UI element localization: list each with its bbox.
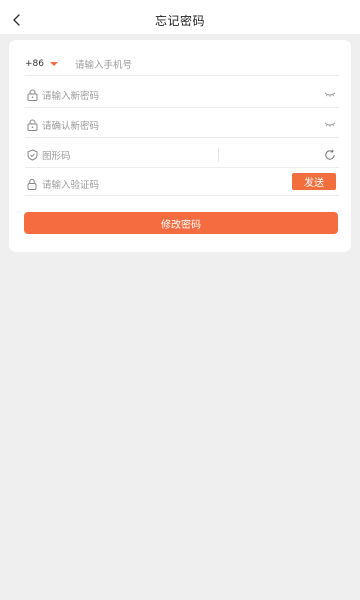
back-button[interactable] [6, 9, 28, 31]
shield-icon [25, 148, 39, 162]
confirm-password-input[interactable]: 请确认新密码 [42, 118, 323, 132]
eye-closed-icon[interactable] [323, 88, 337, 102]
sms-code-row: 请输入验证码 发送 [25, 172, 339, 196]
country-code: +86 [25, 58, 44, 69]
captcha-row: 图形码 [25, 142, 339, 168]
phone-row: +86 请输入手机号 [25, 52, 339, 76]
captcha-input[interactable]: 图形码 [42, 148, 218, 162]
refresh-icon[interactable] [323, 148, 337, 162]
confirm-password-row: 请确认新密码 [25, 112, 339, 138]
caret-down-icon [50, 61, 58, 66]
form-card: +86 请输入手机号 请输入新密码 请确认新密码 图形码 请输入验证码 发送 修… [9, 40, 351, 252]
lock-icon [25, 118, 39, 132]
eye-closed-icon[interactable] [323, 118, 337, 132]
lock-open-icon [25, 177, 39, 191]
country-code-selector[interactable]: +86 [25, 59, 58, 69]
divider [66, 56, 67, 71]
phone-input[interactable]: 请输入手机号 [75, 57, 339, 71]
send-code-button[interactable]: 发送 [292, 173, 336, 190]
nav-bar: 忘记密码 [0, 6, 360, 34]
lock-icon [25, 88, 39, 102]
divider [218, 147, 219, 162]
new-password-row: 请输入新密码 [25, 82, 339, 108]
new-password-input[interactable]: 请输入新密码 [42, 88, 323, 102]
submit-button[interactable]: 修改密码 [24, 212, 338, 234]
page-title: 忘记密码 [154, 13, 205, 28]
chevron-left-icon [13, 14, 20, 26]
